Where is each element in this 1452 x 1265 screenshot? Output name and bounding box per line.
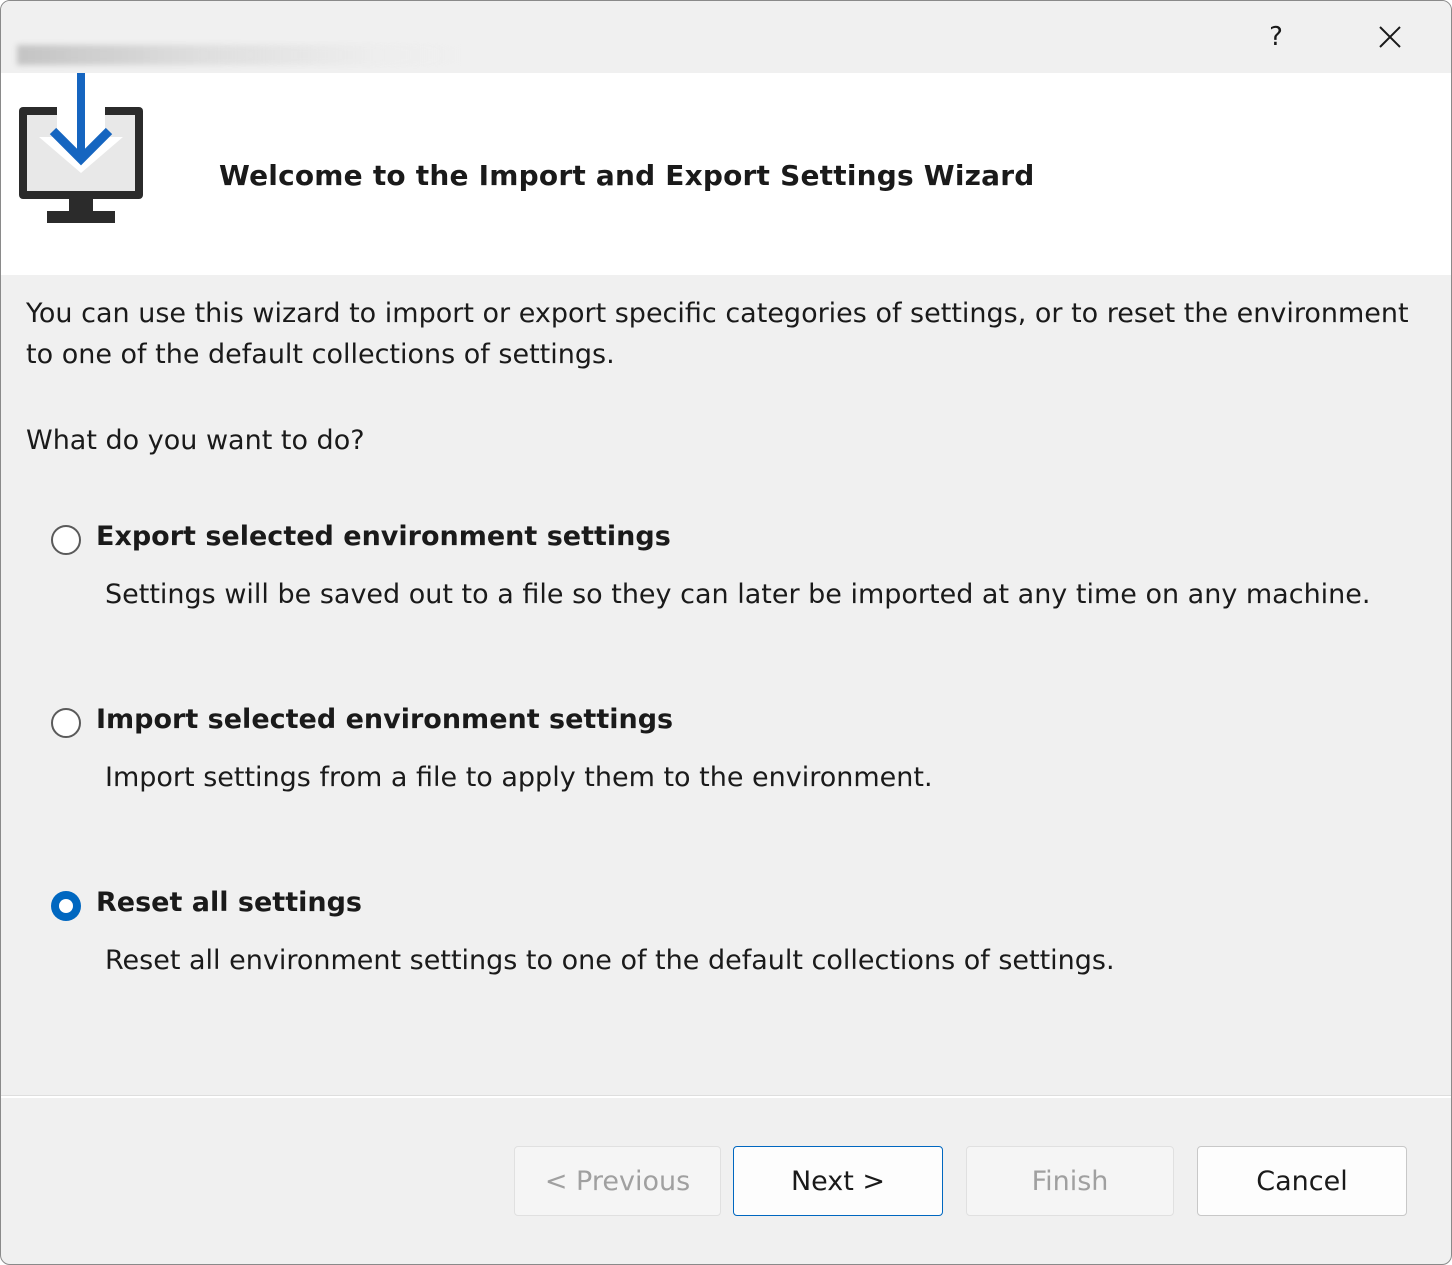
- wizard-content: You can use this wizard to import or exp…: [1, 275, 1451, 1095]
- monitor-download-icon: [19, 73, 143, 223]
- title-bar: ?: [1, 1, 1451, 73]
- wizard-title: Welcome to the Import and Export Setting…: [219, 159, 1035, 192]
- close-button[interactable]: [1367, 15, 1413, 59]
- close-icon: [1379, 26, 1401, 48]
- export-radio[interactable]: [51, 525, 81, 555]
- reset-description: Reset all environment settings to one of…: [105, 945, 1115, 976]
- wizard-dialog: ? Welcome to the Import and Export Setti…: [0, 0, 1452, 1265]
- import-radio[interactable]: [51, 708, 81, 738]
- wizard-header: Welcome to the Import and Export Setting…: [1, 73, 1451, 275]
- import-label[interactable]: Import selected environment settings: [96, 704, 673, 735]
- intro-text: You can use this wizard to import or exp…: [26, 298, 1409, 370]
- reset-radio[interactable]: [51, 891, 81, 921]
- export-label[interactable]: Export selected environment settings: [96, 521, 671, 552]
- finish-button[interactable]: Finish: [966, 1146, 1174, 1216]
- footer-divider: [1, 1095, 1451, 1098]
- reset-label[interactable]: Reset all settings: [96, 887, 362, 918]
- question-text: What do you want to do?: [26, 425, 365, 456]
- previous-button[interactable]: < Previous: [514, 1146, 721, 1216]
- window-title-redacted: [17, 45, 467, 65]
- help-button[interactable]: ?: [1253, 15, 1299, 59]
- cancel-button[interactable]: Cancel: [1197, 1146, 1407, 1216]
- next-button[interactable]: Next >: [733, 1146, 943, 1216]
- import-description: Import settings from a file to apply the…: [105, 762, 933, 793]
- export-description: Settings will be saved out to a file so …: [105, 579, 1371, 610]
